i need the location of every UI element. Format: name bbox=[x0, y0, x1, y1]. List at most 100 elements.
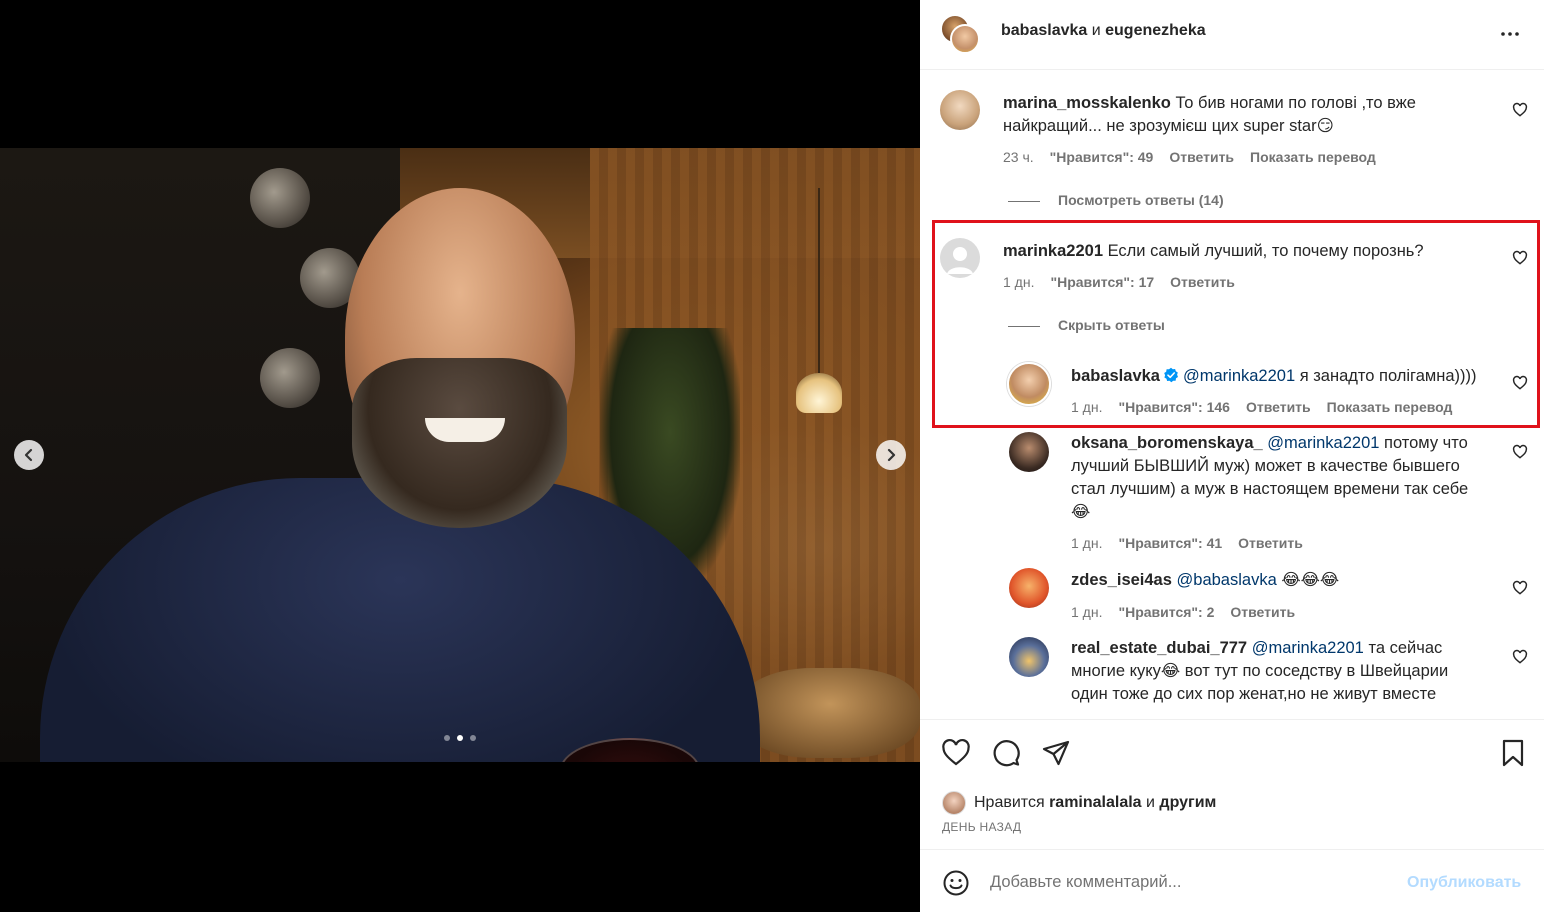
comments-list[interactable]: marina_mosskalenko То бив ногами по голо… bbox=[920, 70, 1544, 719]
comment-meta: 23 ч. "Нравится": 49 Ответить Показать п… bbox=[1003, 149, 1376, 165]
comment-input[interactable] bbox=[990, 870, 1430, 894]
reply-username[interactable]: babaslavka bbox=[1071, 367, 1160, 385]
liked-username[interactable]: raminalalala bbox=[1049, 794, 1142, 812]
photo-lamp bbox=[796, 373, 842, 413]
comment-likes[interactable]: "Нравится": 17 bbox=[1050, 274, 1154, 290]
carousel-dot[interactable] bbox=[470, 735, 476, 741]
reply-time[interactable]: 1 дн. bbox=[1071, 604, 1102, 620]
person-beard bbox=[352, 358, 567, 528]
post-side-panel: babaslavka и eugenezheka marina_mosskale… bbox=[920, 0, 1544, 912]
view-replies-button[interactable]: Посмотреть ответы (14) bbox=[1008, 192, 1224, 208]
post-photo bbox=[0, 148, 920, 762]
comment-username[interactable]: marinka2201 bbox=[1003, 242, 1103, 260]
comment-body-line1: То бив ногами по голові ,то вже bbox=[1175, 94, 1416, 112]
authors-conjunction: и bbox=[1091, 22, 1101, 39]
reply-likes[interactable]: "Нравится": 41 bbox=[1118, 535, 1222, 551]
like-comment-heart-icon[interactable] bbox=[1512, 649, 1528, 665]
reply-mention[interactable]: @babaslavka bbox=[1177, 571, 1277, 589]
default-avatar-icon bbox=[947, 247, 973, 274]
reply-body-line1: та сейчас bbox=[1363, 639, 1443, 657]
view-replies-label: Посмотреть ответы (14) bbox=[1058, 192, 1224, 208]
hide-replies-label: Скрыть ответы bbox=[1058, 317, 1165, 333]
reply-button[interactable]: Ответить bbox=[1238, 535, 1303, 551]
reply-username[interactable]: zdes_isei4as bbox=[1071, 571, 1172, 589]
author-avatars[interactable] bbox=[940, 14, 982, 54]
emoji-icon[interactable] bbox=[942, 869, 970, 897]
reply-button[interactable]: Ответить bbox=[1169, 149, 1234, 165]
show-translation-button[interactable]: Показать перевод bbox=[1327, 399, 1453, 415]
post-authors: babaslavka и eugenezheka bbox=[1001, 22, 1206, 40]
heart-icon[interactable] bbox=[941, 738, 971, 768]
comment-time[interactable]: 23 ч. bbox=[1003, 149, 1034, 165]
comment-body: Если самый лучший, то почему порознь? bbox=[1107, 242, 1424, 260]
reply-mention[interactable]: @marinka2201 bbox=[1252, 639, 1364, 657]
reply-text: zdes_isei4as @babaslavka 😂😂😂 bbox=[1071, 569, 1501, 592]
reply-likes[interactable]: "Нравится": 146 bbox=[1118, 399, 1229, 415]
reply-button[interactable]: Ответить bbox=[1246, 399, 1311, 415]
reply-body-line4: 😂 bbox=[1071, 503, 1091, 521]
reply-meta: 1 дн. "Нравится": 146 Ответить Показать … bbox=[1071, 399, 1452, 415]
reply-mention[interactable]: @marinka2201 bbox=[1267, 434, 1379, 452]
replies-line bbox=[1008, 200, 1040, 202]
like-comment-heart-icon[interactable] bbox=[1512, 444, 1528, 460]
reply-body-line3: стал лучшим) а муж в настоящем времени т… bbox=[1071, 480, 1469, 498]
post-header: babaslavka и eugenezheka bbox=[920, 0, 1544, 70]
like-comment-heart-icon[interactable] bbox=[1512, 102, 1528, 118]
share-icon[interactable] bbox=[1041, 738, 1071, 768]
avatar[interactable] bbox=[1009, 568, 1049, 608]
carousel-next-button[interactable] bbox=[876, 440, 906, 470]
comment-username[interactable]: marina_mosskalenko bbox=[1003, 94, 1171, 112]
comment-time[interactable]: 1 дн. bbox=[1003, 274, 1034, 290]
comment-icon[interactable] bbox=[991, 738, 1021, 768]
reply-time[interactable]: 1 дн. bbox=[1071, 399, 1102, 415]
hide-replies-button[interactable]: Скрыть ответы bbox=[1008, 317, 1165, 333]
avatar[interactable] bbox=[940, 90, 980, 130]
reply-button[interactable]: Ответить bbox=[1170, 274, 1235, 290]
post-time[interactable]: ДЕНЬ НАЗАД bbox=[942, 820, 1021, 834]
reply-text: oksana_boromenskaya_ @marinka2201 потому… bbox=[1071, 432, 1501, 524]
author-username[interactable]: babaslavka bbox=[1001, 22, 1087, 39]
reply-mention[interactable]: @marinka2201 bbox=[1183, 367, 1295, 385]
photo-person bbox=[40, 188, 760, 762]
reply-likes[interactable]: "Нравится": 2 bbox=[1118, 604, 1214, 620]
publish-button[interactable]: Опубликовать bbox=[1407, 874, 1521, 892]
replies-line bbox=[1008, 325, 1040, 327]
reply-meta: 1 дн. "Нравится": 2 Ответить bbox=[1071, 604, 1295, 620]
reply-body-line2: многие куку😂 вот тут по соседству в Швей… bbox=[1071, 662, 1449, 680]
show-translation-button[interactable]: Показать перевод bbox=[1250, 149, 1376, 165]
person-body bbox=[40, 478, 760, 762]
avatar[interactable] bbox=[950, 24, 980, 54]
bookmark-icon[interactable] bbox=[1498, 738, 1528, 768]
likes-summary[interactable]: Нравится raminalalala и другим bbox=[942, 791, 1216, 815]
reply-body: 😂😂😂 bbox=[1276, 571, 1340, 589]
post-media bbox=[0, 0, 920, 912]
comment-body-line2: найкращий... не зрозумієш цих super star… bbox=[1003, 117, 1334, 135]
reply-time[interactable]: 1 дн. bbox=[1071, 535, 1102, 551]
avatar[interactable] bbox=[1007, 362, 1051, 406]
add-comment-bar: Опубликовать bbox=[920, 849, 1544, 912]
reply-meta: 1 дн. "Нравится": 41 Ответить bbox=[1071, 535, 1303, 551]
liked-others[interactable]: другим bbox=[1159, 794, 1216, 812]
reply-button[interactable]: Ответить bbox=[1230, 604, 1295, 620]
reply-body-line1: потому что bbox=[1379, 434, 1468, 452]
reply-username[interactable]: oksana_boromenskaya_ bbox=[1071, 434, 1263, 452]
liked-and: и bbox=[1146, 794, 1155, 811]
like-comment-heart-icon[interactable] bbox=[1512, 375, 1528, 391]
avatar[interactable] bbox=[1009, 432, 1049, 472]
more-icon[interactable] bbox=[1498, 22, 1522, 46]
carousel-prev-button[interactable] bbox=[14, 440, 44, 470]
avatar[interactable] bbox=[942, 791, 966, 815]
comment-likes[interactable]: "Нравится": 49 bbox=[1050, 149, 1154, 165]
avatar[interactable] bbox=[940, 238, 980, 278]
comment-text: marinka2201 Если самый лучший, то почему… bbox=[1003, 240, 1503, 263]
like-comment-heart-icon[interactable] bbox=[1512, 580, 1528, 596]
carousel-dot-active[interactable] bbox=[457, 735, 463, 741]
coauthor-username[interactable]: eugenezheka bbox=[1105, 22, 1205, 39]
avatar[interactable] bbox=[1009, 637, 1049, 677]
reply-username[interactable]: real_estate_dubai_777 bbox=[1071, 639, 1247, 657]
like-comment-heart-icon[interactable] bbox=[1512, 250, 1528, 266]
reply-body: я занадто полігамна)))) bbox=[1295, 367, 1477, 385]
reply-text: real_estate_dubai_777 @marinka2201 та се… bbox=[1071, 637, 1501, 706]
photo-table bbox=[740, 668, 920, 758]
carousel-dot[interactable] bbox=[444, 735, 450, 741]
